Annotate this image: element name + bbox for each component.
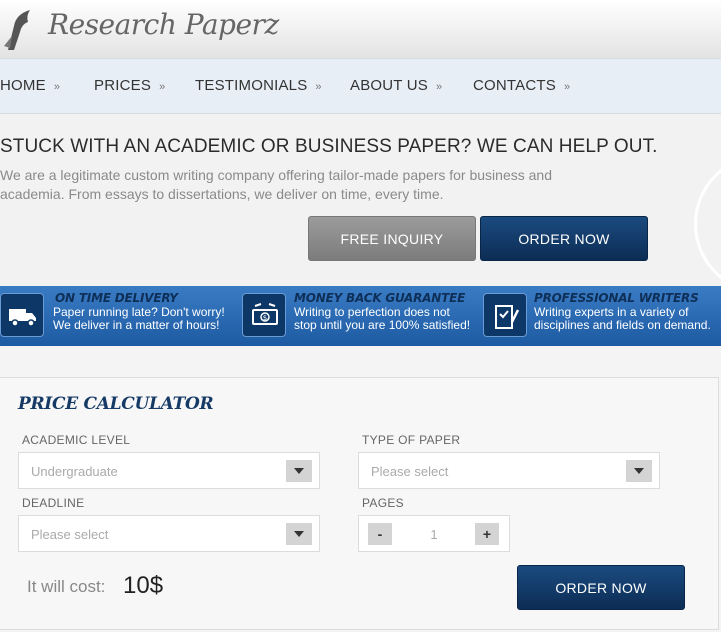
deadline-select[interactable]: Please select xyxy=(18,515,320,552)
benefit-on-time-delivery: ON TIME DELIVERY Paper running late? Don… xyxy=(0,286,240,346)
chevron-down-icon[interactable] xyxy=(286,523,312,545)
pages-label: PAGES xyxy=(362,496,404,510)
type-of-paper-value: Please select xyxy=(371,464,449,479)
type-of-paper-label: TYPE OF PAPER xyxy=(362,433,461,447)
document-pen-icon xyxy=(483,293,527,337)
type-of-paper-select[interactable]: Please select xyxy=(358,452,660,489)
benefit-title: MONEY BACK GUARANTEE xyxy=(294,291,466,305)
benefit-text: Writing to perfection does not stop unti… xyxy=(294,305,471,332)
calculator-order-now-button[interactable]: ORDER NOW xyxy=(517,565,685,610)
main-nav: HOME » PRICES » TESTIMONIALS » ABOUT US » CO… xyxy=(0,58,721,114)
nav-arrow-icon: » xyxy=(315,81,322,93)
nav-arrow-icon: » xyxy=(159,81,166,93)
chevron-down-icon[interactable] xyxy=(626,460,652,482)
academic-level-value: Undergraduate xyxy=(31,464,118,479)
money-back-icon: $ xyxy=(242,293,286,337)
svg-text:$: $ xyxy=(263,314,267,322)
delivery-truck-icon xyxy=(0,293,44,337)
quill-logo-icon xyxy=(4,10,30,50)
pages-decrement-button[interactable]: - xyxy=(368,523,392,545)
nav-item-contacts[interactable]: CONTACTS » xyxy=(473,77,570,94)
calculator-title: PRICE CALCULATOR xyxy=(18,394,214,414)
site-header: Research Paperz xyxy=(0,0,721,58)
nav-label: CONTACTS xyxy=(473,77,556,94)
order-now-button[interactable]: ORDER NOW xyxy=(480,216,648,261)
chevron-down-icon[interactable] xyxy=(286,460,312,482)
deadline-value: Please select xyxy=(31,527,109,542)
brand-name[interactable]: Research Paperz xyxy=(48,8,279,41)
pages-input[interactable]: 1 xyxy=(391,527,477,542)
hero-description: We are a legitimate custom writing compa… xyxy=(0,167,552,202)
academic-level-select[interactable]: Undergraduate xyxy=(18,452,320,489)
benefit-money-back-guarantee: $ MONEY BACK GUARANTEE Writing to perfec… xyxy=(240,286,480,346)
benefit-title: ON TIME DELIVERY xyxy=(55,291,178,305)
hero-section: STUCK WITH AN ACADEMIC OR BUSINESS PAPER… xyxy=(0,114,721,286)
benefit-text: Paper running late? Don't worry! We deli… xyxy=(53,305,225,332)
pages-increment-button[interactable]: + xyxy=(475,523,499,545)
nav-item-testimonials[interactable]: TESTIMONIALS » xyxy=(195,77,322,94)
nav-item-prices[interactable]: PRICES » xyxy=(94,77,165,94)
benefit-title: PROFESSIONAL WRITERS xyxy=(534,291,699,305)
academic-level-label: ACADEMIC LEVEL xyxy=(22,433,131,447)
nav-arrow-icon: » xyxy=(436,81,443,93)
nav-label: TESTIMONIALS xyxy=(195,77,308,94)
price-calculator: PRICE CALCULATOR ACADEMIC LEVEL Undergra… xyxy=(0,377,719,630)
nav-label: PRICES xyxy=(94,77,152,94)
nav-item-home[interactable]: HOME » xyxy=(0,77,60,94)
nav-item-about-us[interactable]: ABOUT US » xyxy=(350,77,442,94)
hero-title: STUCK WITH AN ACADEMIC OR BUSINESS PAPER… xyxy=(0,136,658,157)
benefits-band: ON TIME DELIVERY Paper running late? Don… xyxy=(0,286,721,346)
decorative-circle xyxy=(694,154,721,286)
nav-arrow-icon: » xyxy=(53,81,61,93)
free-inquiry-button[interactable]: FREE INQUIRY xyxy=(308,216,476,261)
nav-label: ABOUT US xyxy=(350,77,429,94)
deadline-label: DEADLINE xyxy=(22,496,85,510)
nav-label: HOME xyxy=(0,77,46,94)
benefit-professional-writers: PROFESSIONAL WRITERS Writing experts in … xyxy=(481,286,721,346)
pages-stepper: - 1 + xyxy=(358,515,510,552)
nav-arrow-icon: » xyxy=(564,81,571,93)
cost-label: It will cost: xyxy=(27,577,106,596)
benefit-text: Writing experts in a variety of discipli… xyxy=(534,305,711,332)
cost-value: 10$ xyxy=(123,572,164,599)
